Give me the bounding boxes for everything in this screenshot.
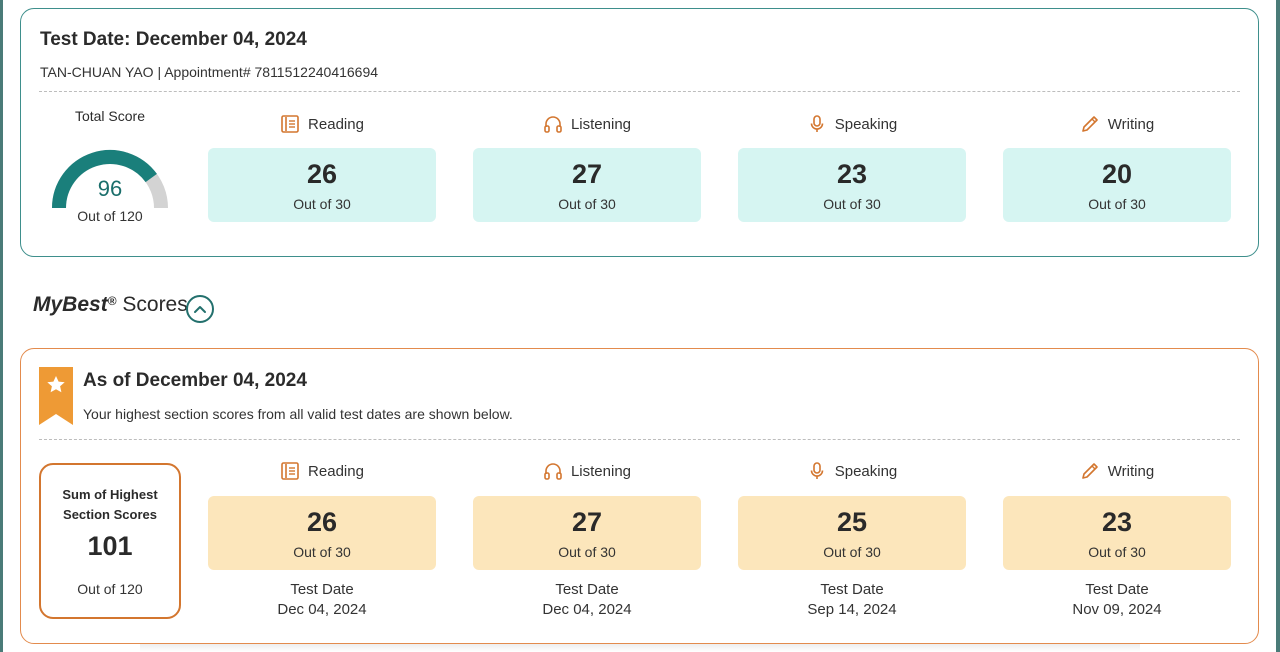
test-date-value: Nov 09, 2024 bbox=[1072, 601, 1162, 618]
listening-score-out-of: Out of 30 bbox=[558, 544, 616, 560]
total-score-label: Total Score bbox=[74, 108, 146, 124]
collapse-toggle-button[interactable] bbox=[186, 295, 214, 323]
listening-test-date: Test Date Dec 04, 2024 bbox=[473, 580, 701, 620]
sum-out-of: Out of 120 bbox=[77, 581, 143, 597]
listening-label: Listening bbox=[570, 462, 632, 480]
divider bbox=[39, 439, 1240, 440]
latest-reading-score-box: 26 Out of 30 bbox=[208, 148, 436, 222]
speaking-score-out-of: Out of 30 bbox=[823, 544, 881, 560]
latest-speaking-score-box: 23 Out of 30 bbox=[738, 148, 966, 222]
headphones-icon bbox=[543, 114, 563, 134]
test-date-value: Dec 04, 2024 bbox=[277, 601, 367, 618]
as-of-date: As of December 04, 2024 bbox=[83, 370, 307, 391]
best-listening-header: Listening bbox=[473, 461, 701, 481]
writing-label: Writing bbox=[1107, 115, 1155, 133]
right-edge bbox=[1276, 0, 1280, 652]
latest-listening-header: Listening bbox=[473, 114, 701, 134]
reading-score-value: 26 bbox=[306, 159, 338, 189]
best-writing-score-box: 23 Out of 30 bbox=[1003, 496, 1231, 570]
listening-score-value: 27 bbox=[571, 159, 603, 189]
best-listening-score-box: 27 Out of 30 bbox=[473, 496, 701, 570]
chevron-up-icon bbox=[194, 306, 206, 313]
test-date-value: Dec 04, 2024 bbox=[542, 601, 632, 618]
book-icon bbox=[280, 461, 300, 481]
headphones-icon bbox=[543, 461, 563, 481]
writing-score-out-of: Out of 30 bbox=[1088, 196, 1146, 212]
microphone-icon bbox=[807, 114, 827, 134]
registered-mark: ® bbox=[107, 294, 117, 308]
reading-score-out-of: Out of 30 bbox=[293, 196, 351, 212]
writing-score-out-of: Out of 30 bbox=[1088, 544, 1146, 560]
writing-score-value: 20 bbox=[1101, 159, 1133, 189]
left-edge bbox=[0, 0, 3, 652]
microphone-icon bbox=[807, 461, 827, 481]
best-speaking-header: Speaking bbox=[738, 461, 966, 481]
test-date-label: Test Date bbox=[820, 581, 884, 598]
test-date-label: Test Date bbox=[555, 581, 619, 598]
latest-speaking-header: Speaking bbox=[738, 114, 966, 134]
writing-label: Writing bbox=[1107, 462, 1155, 480]
reading-score-out-of: Out of 30 bbox=[293, 544, 351, 560]
pencil-icon bbox=[1080, 461, 1100, 481]
test-date-value: Sep 14, 2024 bbox=[807, 601, 897, 618]
book-icon bbox=[280, 114, 300, 134]
mybest-brand: MyBest bbox=[33, 293, 108, 316]
pencil-icon bbox=[1080, 114, 1100, 134]
total-score-out-of: Out of 120 bbox=[77, 208, 143, 224]
speaking-score-out-of: Out of 30 bbox=[823, 196, 881, 212]
latest-writing-score-box: 20 Out of 30 bbox=[1003, 148, 1231, 222]
mybest-heading: MyBest ® Scores bbox=[33, 293, 188, 317]
writing-test-date: Test Date Nov 09, 2024 bbox=[1003, 580, 1231, 620]
mybest-description: Your highest section scores from all val… bbox=[83, 406, 513, 422]
speaking-label: Speaking bbox=[834, 115, 898, 133]
speaking-test-date: Test Date Sep 14, 2024 bbox=[738, 580, 966, 620]
test-date-label: Test Date bbox=[290, 581, 354, 598]
latest-reading-header: Reading bbox=[208, 114, 436, 134]
sum-value: 101 bbox=[87, 531, 133, 561]
reading-label: Reading bbox=[308, 462, 364, 480]
reading-label: Reading bbox=[308, 115, 364, 133]
listening-label: Listening bbox=[570, 115, 632, 133]
listening-score-out-of: Out of 30 bbox=[558, 196, 616, 212]
best-writing-header: Writing bbox=[1003, 461, 1231, 481]
mybest-heading-rest: Scores bbox=[116, 293, 188, 316]
divider bbox=[39, 91, 1240, 92]
sum-highest-scores-box: Sum of Highest Section Scores 101 Out of… bbox=[39, 463, 181, 619]
writing-score-value: 23 bbox=[1101, 507, 1133, 537]
candidate-appointment: TAN-CHUAN YAO | Appointment# 78115122404… bbox=[40, 64, 379, 80]
best-reading-header: Reading bbox=[208, 461, 436, 481]
speaking-label: Speaking bbox=[834, 462, 898, 480]
speaking-score-value: 25 bbox=[836, 507, 868, 537]
listening-score-value: 27 bbox=[571, 507, 603, 537]
latest-listening-score-box: 27 Out of 30 bbox=[473, 148, 701, 222]
test-date-title: Test Date: December 04, 2024 bbox=[40, 29, 307, 50]
speaking-score-value: 23 bbox=[836, 159, 868, 189]
star-ribbon-icon bbox=[39, 367, 73, 425]
sum-label: Sum of Highest Section Scores bbox=[62, 487, 158, 522]
best-speaking-score-box: 25 Out of 30 bbox=[738, 496, 966, 570]
latest-writing-header: Writing bbox=[1003, 114, 1231, 134]
best-reading-score-box: 26 Out of 30 bbox=[208, 496, 436, 570]
total-score-value: 96 bbox=[97, 176, 123, 201]
reading-score-value: 26 bbox=[306, 507, 338, 537]
test-date-label: Test Date bbox=[1085, 581, 1149, 598]
score-report-page: Test Date: December 04, 2024 TAN-CHUAN Y… bbox=[0, 0, 1280, 652]
bottom-shadow bbox=[140, 644, 1140, 652]
reading-test-date: Test Date Dec 04, 2024 bbox=[208, 580, 436, 620]
